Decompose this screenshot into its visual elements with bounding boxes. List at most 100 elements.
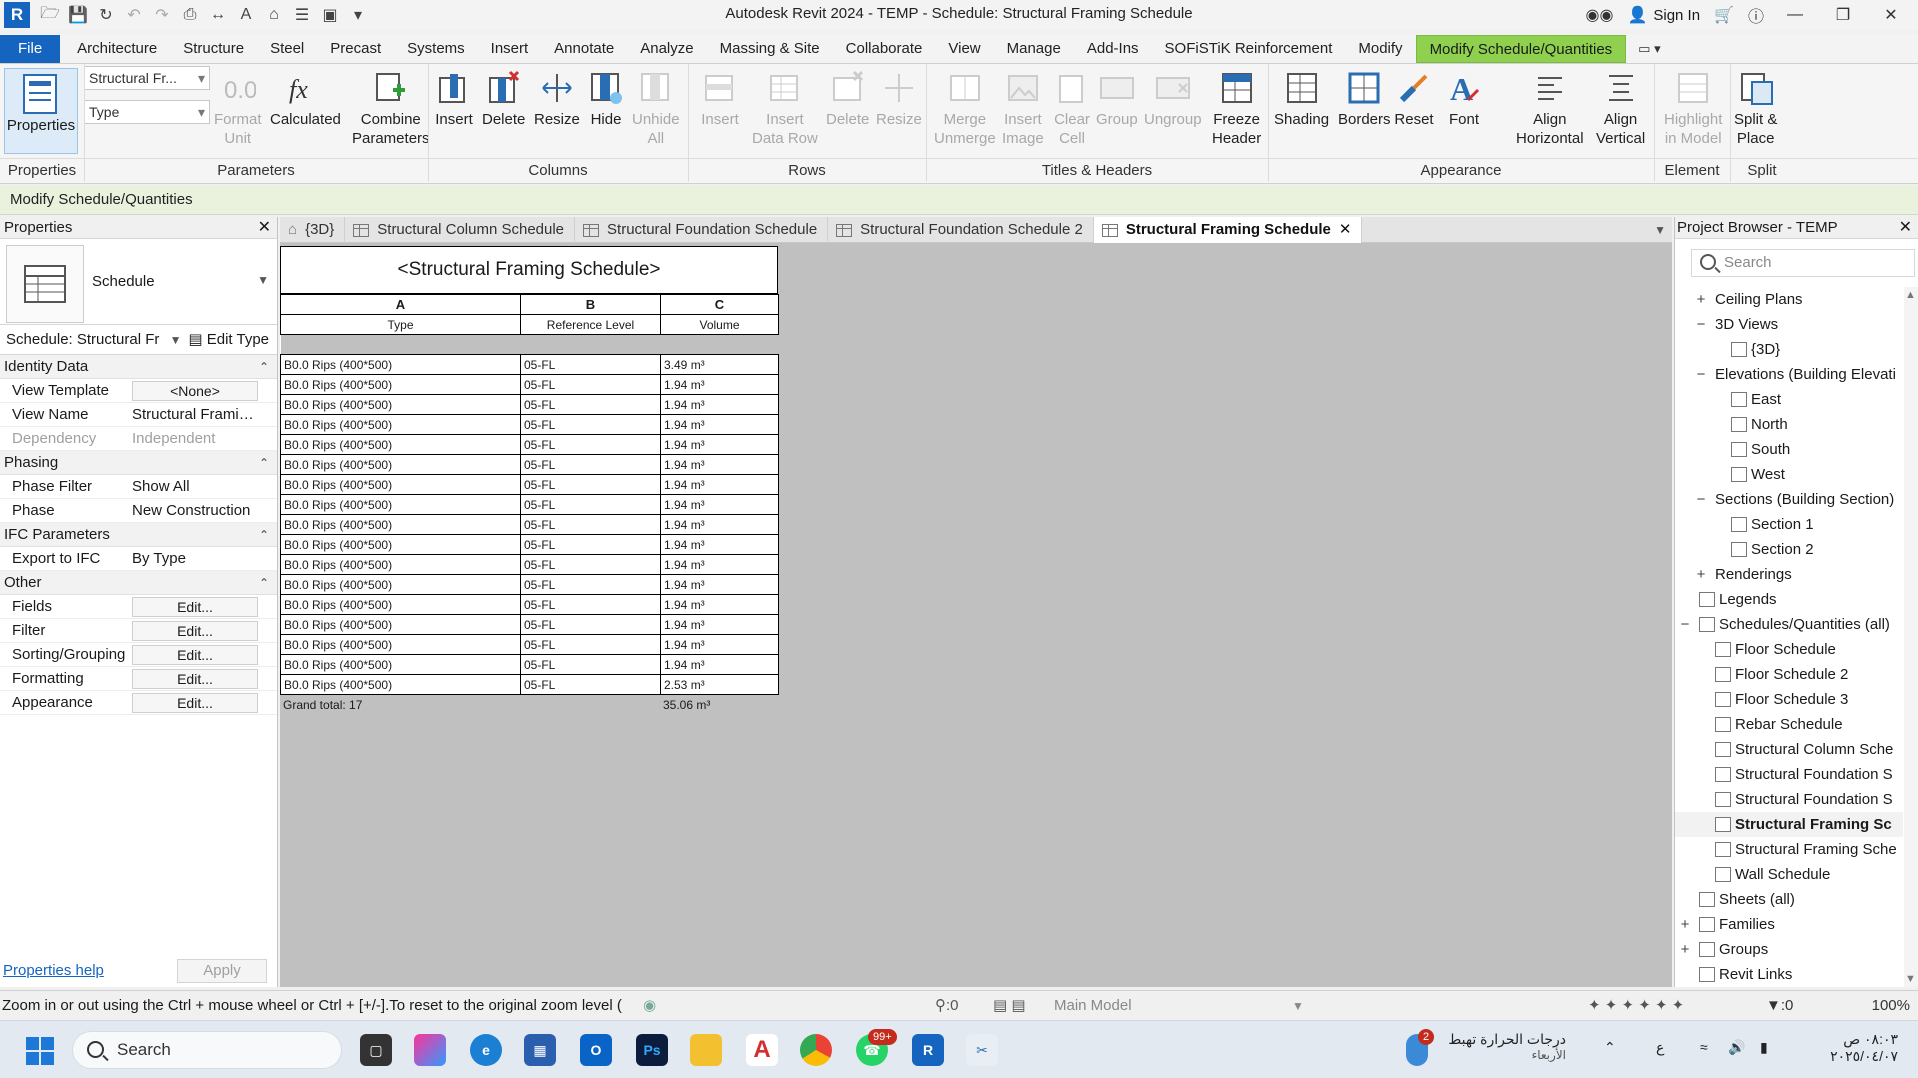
property-value[interactable]: New Construction — [132, 499, 258, 523]
table-cell[interactable]: 05-FL — [520, 654, 661, 675]
table-cell[interactable]: 1.94 m³ — [660, 614, 779, 635]
tab-sofistik[interactable]: SOFiSTiK Reinforcement — [1152, 35, 1346, 63]
browser-tree-node[interactable]: + Ceiling Plans — [1675, 287, 1903, 312]
expand-icon[interactable]: + — [1679, 912, 1691, 937]
filter-indicator[interactable]: ▼:0 — [1766, 991, 1793, 1021]
property-value[interactable]: By Type — [132, 547, 258, 571]
clock[interactable]: ٠٨:٠٣ ص ٢٠٢٥/٠٤/٠٧ — [1788, 1031, 1898, 1065]
snipping-tool-icon[interactable]: ✂ — [966, 1034, 998, 1066]
close-button[interactable]: ✕ — [1874, 5, 1908, 25]
design-options-icon[interactable]: ▤ ▤ — [993, 991, 1026, 1021]
ungroup-button[interactable]: Ungroup — [1144, 68, 1202, 129]
table-cell[interactable]: 05-FL — [520, 454, 661, 475]
reset-button[interactable]: Reset — [1394, 68, 1434, 129]
property-group-header[interactable]: Phasing ⌃ — [0, 451, 277, 475]
table-cell[interactable]: 05-FL — [520, 574, 661, 595]
browser-tree-node[interactable]: − Sections (Building Section) — [1675, 487, 1903, 512]
table-cell[interactable]: 05-FL — [520, 614, 661, 635]
property-group-header[interactable]: Other ⌃ — [0, 571, 277, 595]
browser-tree-node[interactable]: North — [1675, 412, 1903, 437]
property-group-header[interactable]: IFC Parameters ⌃ — [0, 523, 277, 547]
type-parameter-combo[interactable]: Type — [84, 100, 210, 124]
browser-tree-node[interactable]: Floor Schedule 3 — [1675, 687, 1903, 712]
freeze-header-button[interactable]: Freeze Header — [1212, 68, 1261, 148]
column-header-volume[interactable]: Volume — [660, 314, 779, 335]
table-cell[interactable]: 05-FL — [520, 514, 661, 535]
scroll-up-icon[interactable]: ▲ — [1905, 289, 1916, 301]
tab-modify-schedule[interactable]: Modify Schedule/Quantities — [1415, 35, 1627, 63]
format-unit-button[interactable]: 0.0 Format Unit — [214, 68, 262, 148]
input-language[interactable]: ع — [1656, 1039, 1664, 1056]
expand-icon[interactable]: + — [1695, 287, 1707, 312]
calculated-button[interactable]: fx Calculated — [270, 68, 341, 129]
tab-collaborate[interactable]: Collaborate — [833, 35, 936, 63]
tab-modify[interactable]: Modify — [1345, 35, 1415, 63]
doc-tab[interactable]: Structural Foundation Schedule — [575, 217, 829, 243]
insert-image-button[interactable]: Insert Image — [1002, 68, 1044, 148]
table-cell[interactable]: 1.94 m³ — [660, 434, 779, 455]
table-cell[interactable]: B0.0 Rips (400*500) — [280, 354, 521, 375]
row-insert-button[interactable]: Insert — [700, 68, 740, 129]
browser-tree-node[interactable]: + Families — [1675, 912, 1903, 937]
table-cell[interactable]: B0.0 Rips (400*500) — [280, 574, 521, 595]
table-cell[interactable]: 1.94 m³ — [660, 494, 779, 515]
home-3d-icon[interactable]: ⌂ — [262, 3, 286, 27]
browser-tree-node[interactable]: West — [1675, 462, 1903, 487]
tab-file[interactable]: File — [0, 35, 61, 63]
row-delete-button[interactable]: Delete — [826, 68, 869, 129]
table-cell[interactable]: B0.0 Rips (400*500) — [280, 414, 521, 435]
browser-tree-node[interactable]: Structural Foundation S — [1675, 762, 1903, 787]
type-selector[interactable]: Schedule ▼ — [0, 239, 277, 325]
column-delete-button[interactable]: Delete — [482, 68, 525, 129]
edit-type-button[interactable]: ▤ Edit Type — [188, 325, 269, 355]
revit-logo-icon[interactable]: R — [4, 2, 30, 28]
property-value[interactable]: Show All — [132, 475, 258, 499]
table-cell[interactable]: 1.94 m³ — [660, 474, 779, 495]
tab-insert[interactable]: Insert — [478, 35, 542, 63]
help-icon[interactable]: ⓘ — [1748, 3, 1764, 27]
expand-icon[interactable]: + — [1695, 562, 1707, 587]
tab-structure[interactable]: Structure — [170, 35, 257, 63]
table-cell[interactable]: B0.0 Rips (400*500) — [280, 674, 521, 695]
save-icon[interactable]: 💾 — [66, 3, 90, 27]
selection-tools-icons[interactable]: ✦ ✦ ✦ ✦ ✦ ✦ — [1588, 991, 1684, 1021]
palette-icon[interactable]: ◉ — [643, 991, 656, 1021]
open-icon[interactable]: 🗁 — [38, 3, 62, 27]
user-icon[interactable]: 👤 — [1627, 5, 1647, 25]
table-cell[interactable]: 1.94 m³ — [660, 394, 779, 415]
table-cell[interactable]: B0.0 Rips (400*500) — [280, 654, 521, 675]
table-cell[interactable]: B0.0 Rips (400*500) — [280, 494, 521, 515]
shading-button[interactable]: Shading — [1274, 68, 1329, 129]
borders-button[interactable]: Borders — [1338, 68, 1391, 129]
undo-icon[interactable]: ↶ — [122, 3, 146, 27]
tab-manage[interactable]: Manage — [994, 35, 1074, 63]
browser-tree-node[interactable]: − Schedules/Quantities (all) — [1675, 612, 1903, 637]
browser-tree-node[interactable]: {3D} — [1675, 337, 1903, 362]
table-cell[interactable]: B0.0 Rips (400*500) — [280, 454, 521, 475]
browser-tree-node[interactable]: + Groups — [1675, 937, 1903, 962]
table-cell[interactable]: 2.53 m³ — [660, 674, 779, 695]
sign-in-link[interactable]: Sign In — [1653, 7, 1700, 24]
unhide-all-button[interactable]: Unhide All — [632, 68, 680, 148]
table-cell[interactable]: 1.94 m³ — [660, 574, 779, 595]
browser-tree-node[interactable]: Section 1 — [1675, 512, 1903, 537]
windows-start-icon[interactable] — [26, 1037, 54, 1065]
table-cell[interactable]: 1.94 m³ — [660, 414, 779, 435]
highlight-in-model-button[interactable]: Highlight in Model — [1664, 68, 1722, 148]
table-cell[interactable]: 05-FL — [520, 394, 661, 415]
chevron-down-icon[interactable]: ▼ — [257, 273, 269, 287]
table-cell[interactable]: 05-FL — [520, 354, 661, 375]
property-edit-button[interactable]: Edit... — [132, 645, 258, 665]
redo-icon[interactable]: ↷ — [150, 3, 174, 27]
table-cell[interactable]: 05-FL — [520, 634, 661, 655]
apply-button[interactable]: Apply — [177, 959, 267, 983]
chevron-down-icon[interactable]: ▼ — [1292, 991, 1304, 1021]
browser-tree-node[interactable]: South — [1675, 437, 1903, 462]
file-explorer-icon[interactable] — [690, 1034, 722, 1066]
volume-icon[interactable]: 🔊 — [1728, 1039, 1745, 1056]
collapse-icon[interactable]: ⌃ — [259, 355, 269, 379]
clear-cell-button[interactable]: Clear Cell — [1052, 68, 1092, 148]
task-view-icon[interactable]: ▢ — [360, 1034, 392, 1066]
worksets-indicator[interactable]: ⚲:0 — [935, 991, 959, 1021]
browser-tree-node[interactable]: Floor Schedule 2 — [1675, 662, 1903, 687]
